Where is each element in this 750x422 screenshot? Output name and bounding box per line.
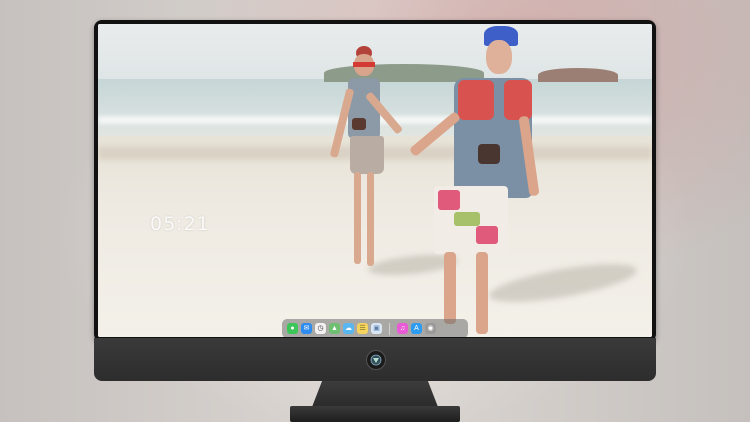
app-store-icon[interactable]: A — [411, 323, 422, 334]
weather-icon[interactable]: ☁ — [343, 323, 354, 334]
itunes-icon[interactable]: ♫ — [397, 323, 408, 334]
mail-icon[interactable]: ✉ — [301, 323, 312, 334]
desktop-clock: 05:21 — [150, 213, 210, 235]
monitor-display: 05:21 ● ✉ ◷ ▲ ☁ ☰ ▣ ♫ A ◉ — [94, 20, 656, 342]
wallpaper-person-man — [408, 26, 540, 336]
camera-icon[interactable]: ◉ — [425, 323, 436, 334]
dock-separator — [389, 322, 390, 335]
monitor-chin — [94, 338, 656, 381]
brand-logo-icon — [366, 350, 386, 370]
messages-icon[interactable]: ● — [287, 323, 298, 334]
clock-app-icon[interactable]: ◷ — [315, 323, 326, 334]
dock: ● ✉ ◷ ▲ ☁ ☰ ▣ ♫ A ◉ — [282, 319, 468, 337]
photos-icon[interactable]: ▣ — [371, 323, 382, 334]
notes-icon[interactable]: ☰ — [357, 323, 368, 334]
wallpaper-person-woman — [329, 38, 404, 288]
wallpaper-island — [538, 68, 618, 82]
monitor-stand-neck — [312, 381, 438, 407]
monitor-stand-base — [290, 406, 460, 422]
desktop-screen: 05:21 ● ✉ ◷ ▲ ☁ ☰ ▣ ♫ A ◉ — [98, 24, 652, 337]
maps-icon[interactable]: ▲ — [329, 323, 340, 334]
